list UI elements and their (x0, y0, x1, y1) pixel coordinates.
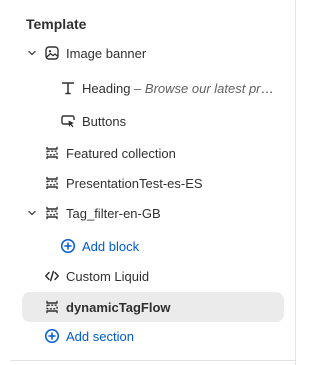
text-icon (60, 80, 76, 96)
template-sidebar: Template Image banner Heading – Browse o… (0, 0, 318, 365)
code-icon (44, 268, 60, 284)
button-pointer-icon (60, 113, 76, 129)
add-block-button[interactable]: Add block (22, 232, 284, 260)
section-icon (44, 145, 60, 161)
add-section-label: Add section (66, 328, 134, 344)
sidebar-item-label: Featured collection (66, 145, 176, 161)
panel-divider (295, 0, 296, 365)
sidebar-item-custom-liquid[interactable]: Custom Liquid (22, 262, 284, 290)
section-icon (44, 299, 60, 315)
sidebar-item-image-banner[interactable]: Image banner (22, 39, 284, 67)
block-item-heading[interactable]: Heading – Browse our latest pro... (22, 74, 284, 102)
add-block-label: Add block (82, 238, 140, 254)
plus-circle-icon (60, 238, 76, 254)
image-icon (44, 45, 60, 61)
block-item-buttons[interactable]: Buttons (22, 107, 284, 135)
section-icon (44, 175, 60, 191)
sidebar-item-featured-collection[interactable]: Featured collection (22, 139, 284, 167)
section-icon (44, 205, 60, 221)
block-item-label: Heading – Browse our latest pro... (82, 80, 278, 96)
section-divider (10, 360, 295, 361)
scrollbar-track[interactable] (304, 0, 318, 365)
sidebar-item-tag-filter[interactable]: Tag_filter-en-GB (22, 199, 284, 227)
section-title: Template (26, 16, 87, 32)
plus-circle-icon (44, 328, 60, 344)
sidebar-item-label: Image banner (66, 45, 147, 61)
sidebar-item-label: Custom Liquid (66, 268, 150, 284)
chevron-down-icon[interactable] (26, 207, 38, 219)
chevron-down-icon[interactable] (26, 47, 38, 59)
sidebar-item-label: PresentationTest-es-ES (66, 175, 203, 191)
sidebar-item-label: dynamicTagFlow (66, 299, 171, 315)
sidebar-item-dynamictagflow[interactable]: dynamicTagFlow (22, 292, 284, 322)
add-section-button[interactable]: Add section (22, 322, 284, 350)
sidebar-item-label: Tag_filter-en-GB (66, 205, 161, 221)
sidebar-item-presentationtest[interactable]: PresentationTest-es-ES (22, 169, 284, 197)
block-item-label: Buttons (82, 113, 127, 129)
